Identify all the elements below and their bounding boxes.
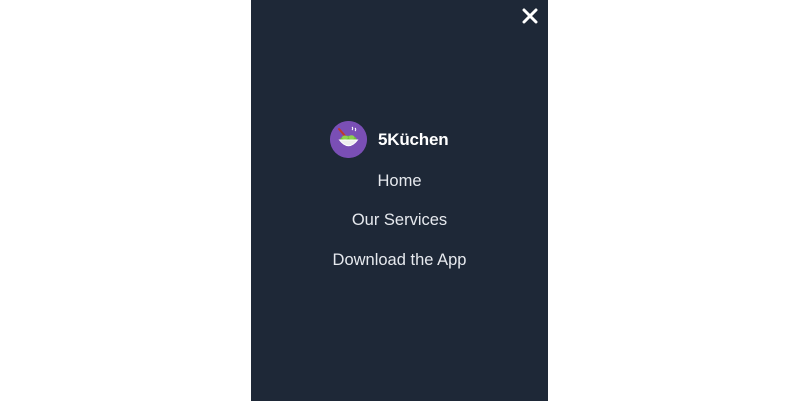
mobile-menu-panel: 5Küchen Home Our Services Download the A… xyxy=(251,0,548,401)
close-icon xyxy=(522,8,538,24)
nav-link-download-app[interactable]: Download the App xyxy=(251,250,548,270)
nav-link-home[interactable]: Home xyxy=(251,171,548,191)
brand-name: 5Küchen xyxy=(378,129,449,149)
close-menu-button[interactable] xyxy=(519,5,541,27)
brand[interactable]: 5Küchen xyxy=(330,121,449,158)
salad-bowl-icon xyxy=(330,121,367,158)
page: 5Küchen Home Our Services Download the A… xyxy=(0,0,799,401)
nav-link-our-services[interactable]: Our Services xyxy=(251,210,548,230)
